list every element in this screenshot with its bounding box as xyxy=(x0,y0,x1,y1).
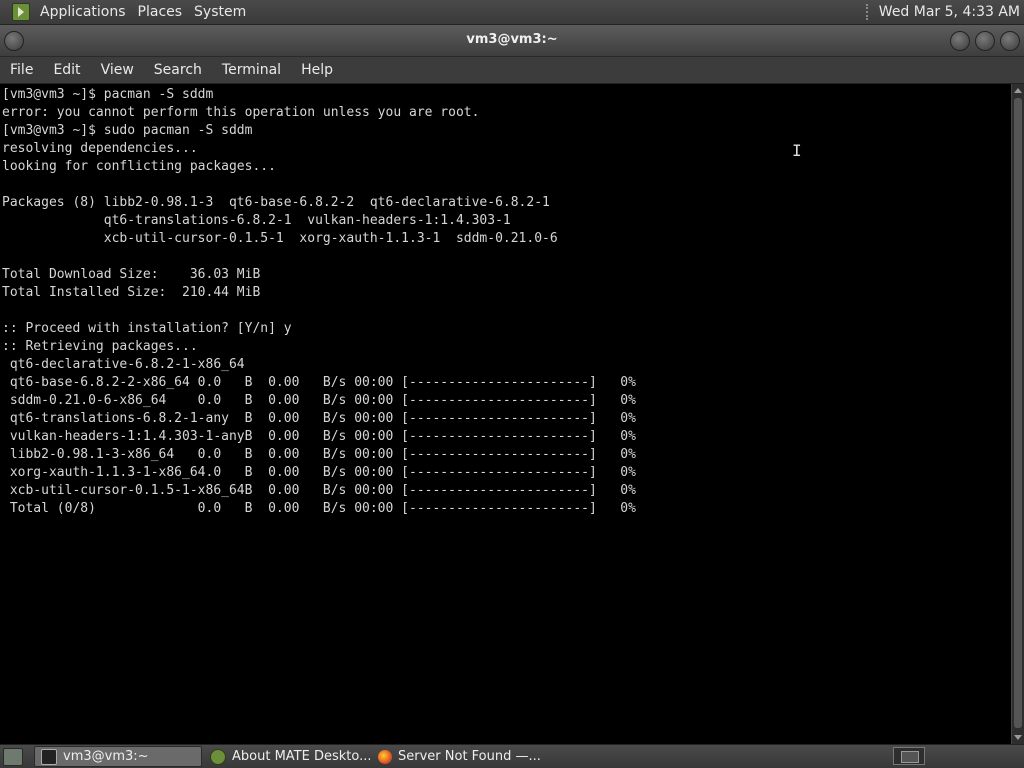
window-title: vm3@vm3:~ xyxy=(466,32,558,47)
terminal-line: :: Retrieving packages... xyxy=(2,339,198,354)
scrollbar-thumb[interactable] xyxy=(1014,98,1022,728)
scroll-up-icon[interactable] xyxy=(1014,88,1022,93)
show-desktop-icon[interactable] xyxy=(3,748,23,766)
terminal-line: Total Installed Size: 210.44 MiB xyxy=(2,285,261,300)
workspace-switcher[interactable] xyxy=(893,747,925,765)
terminal-line: xcb-util-cursor-0.1.5-1-x86_64B 0.00 B/s… xyxy=(2,483,636,498)
clock-area: Wed Mar 5, 4:33 AM xyxy=(865,4,1024,20)
terminal-scrollbar[interactable] xyxy=(1011,84,1024,744)
mate-logo-icon[interactable] xyxy=(12,3,30,21)
terminal-line: qt6-base-6.8.2-2-x86_64 0.0 B 0.00 B/s 0… xyxy=(2,375,636,390)
terminal-menubar: File Edit View Search Terminal Help xyxy=(0,57,1024,84)
terminal-line: [vm3@vm3 ~]$ sudo pacman -S sddm xyxy=(2,123,253,138)
maximize-button[interactable] xyxy=(975,31,995,51)
terminal-line: libb2-0.98.1-3-x86_64 0.0 B 0.00 B/s 00:… xyxy=(2,447,636,462)
terminal-line: error: you cannot perform this operation… xyxy=(2,105,480,120)
panel-grip-icon xyxy=(865,4,871,20)
close-button[interactable] xyxy=(1000,31,1020,51)
menu-help[interactable]: Help xyxy=(291,57,343,84)
terminal-line: sddm-0.21.0-6-x86_64 0.0 B 0.00 B/s 00:0… xyxy=(2,393,636,408)
window-titlebar[interactable]: vm3@vm3:~ xyxy=(0,25,1024,57)
taskbar-item-firefox[interactable]: Server Not Found —... xyxy=(372,746,542,767)
terminal-text: [vm3@vm3 ~]$ pacman -S sddm error: you ca… xyxy=(0,84,1011,518)
bottom-panel: vm3@vm3:~ About MATE Deskto... Server No… xyxy=(0,744,1024,768)
places-menu[interactable]: Places xyxy=(132,0,189,25)
system-menu[interactable]: System xyxy=(188,0,252,25)
terminal-line: qt6-declarative-6.8.2-1-x86_64 xyxy=(2,357,245,372)
terminal-output[interactable]: [vm3@vm3 ~]$ pacman -S sddm error: you ca… xyxy=(0,84,1011,744)
terminal-icon xyxy=(41,748,57,765)
firefox-icon xyxy=(378,749,392,764)
terminal-line: :: Proceed with installation? [Y/n] y xyxy=(2,321,292,336)
clock[interactable]: Wed Mar 5, 4:33 AM xyxy=(879,4,1020,20)
taskbar-item-terminal[interactable]: vm3@vm3:~ xyxy=(34,746,202,767)
terminal-line: xcb-util-cursor-0.1.5-1 xorg-xauth-1.1.3… xyxy=(2,231,558,246)
menu-edit[interactable]: Edit xyxy=(43,57,90,84)
menu-view[interactable]: View xyxy=(91,57,144,84)
terminal-line: xorg-xauth-1.1.3-1-x86_64.0 B 0.00 B/s 0… xyxy=(2,465,636,480)
text-cursor-icon: I xyxy=(792,141,802,160)
workspace-window-icon xyxy=(901,751,919,763)
applications-menu[interactable]: Applications xyxy=(34,0,132,25)
menu-file[interactable]: File xyxy=(0,57,43,84)
top-panel: Applications Places System Wed Mar 5, 4:… xyxy=(0,0,1024,25)
taskbar-item-about-mate[interactable]: About MATE Deskto... xyxy=(204,746,370,767)
terminal-line: Packages (8) libb2-0.98.1-3 qt6-base-6.8… xyxy=(2,195,550,210)
panel-menu-bar: Applications Places System xyxy=(0,0,256,25)
taskbar-item-label: vm3@vm3:~ xyxy=(63,749,149,764)
taskbar-item-label: Server Not Found —... xyxy=(398,749,541,764)
terminal-line: Total Download Size: 36.03 MiB xyxy=(2,267,261,282)
menu-terminal[interactable]: Terminal xyxy=(212,57,291,84)
terminal-line: Total (0/8) 0.0 B 0.00 B/s 00:00 [------… xyxy=(2,501,636,516)
terminal-line: qt6-translations-6.8.2-1 vulkan-headers-… xyxy=(2,213,511,228)
scroll-down-icon[interactable] xyxy=(1014,735,1022,740)
terminal-line: [vm3@vm3 ~]$ pacman -S sddm xyxy=(2,87,214,102)
mate-icon xyxy=(210,748,226,765)
minimize-button[interactable] xyxy=(950,31,970,51)
terminal-line: qt6-translations-6.8.2-1-any B 0.00 B/s … xyxy=(2,411,636,426)
terminal-line: looking for conflicting packages... xyxy=(2,159,276,174)
terminal-line: vulkan-headers-1:1.4.303-1-anyB 0.00 B/s… xyxy=(2,429,636,444)
terminal-line: resolving dependencies... xyxy=(2,141,198,156)
taskbar-item-label: About MATE Deskto... xyxy=(232,749,370,764)
menu-search[interactable]: Search xyxy=(144,57,212,84)
